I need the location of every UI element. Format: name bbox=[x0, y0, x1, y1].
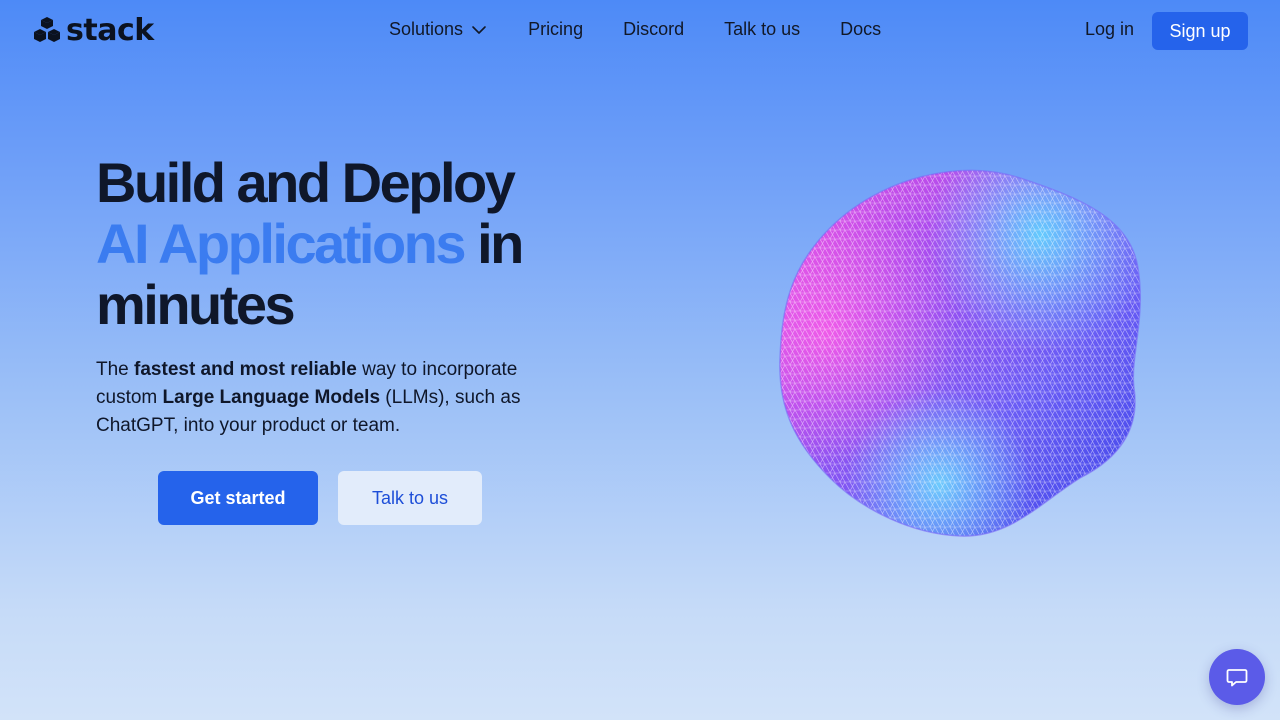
hero-subtitle: The fastest and most reliable way to inc… bbox=[96, 356, 556, 440]
nav-pricing[interactable]: Pricing bbox=[528, 19, 583, 40]
chevron-down-icon bbox=[472, 25, 486, 34]
chat-bubble-icon bbox=[1226, 669, 1248, 687]
hero-sub-text-1: The bbox=[96, 359, 135, 380]
login-link[interactable]: Log in bbox=[1085, 19, 1134, 40]
hero-title-accent: AI Applications bbox=[96, 212, 467, 275]
hero-title: Build and Deploy AI Applications in minu… bbox=[96, 152, 656, 335]
stacked-cubes-icon bbox=[34, 17, 60, 42]
nav-solutions-label: Solutions bbox=[389, 19, 464, 39]
hero-sub-bold-1: fastest and most reliable bbox=[134, 359, 357, 380]
main-menu: Solutions Pricing Discord Talk to us Doc… bbox=[389, 19, 881, 40]
hero-title-line1: Build and Deploy bbox=[96, 151, 516, 214]
hero-title-line3: minutes bbox=[96, 273, 296, 336]
brand-logo[interactable]: stack bbox=[32, 12, 154, 48]
chat-widget-button[interactable] bbox=[1209, 649, 1265, 705]
brand-name: stack bbox=[66, 12, 154, 48]
nav-talk-to-us[interactable]: Talk to us bbox=[724, 19, 800, 40]
get-started-button[interactable]: Get started bbox=[158, 471, 318, 525]
wireframe-blob-illustration bbox=[779, 169, 1141, 537]
nav-solutions[interactable]: Solutions bbox=[389, 19, 487, 40]
talk-to-us-button[interactable]: Talk to us bbox=[338, 471, 482, 525]
nav-discord[interactable]: Discord bbox=[623, 19, 684, 40]
top-nav: stack Solutions Pricing Discord Talk to … bbox=[0, 0, 1280, 62]
signup-button[interactable]: Sign up bbox=[1152, 12, 1248, 50]
hero-title-rest: in bbox=[464, 212, 524, 275]
hero-sub-bold-2: Large Language Models bbox=[162, 387, 381, 408]
nav-docs[interactable]: Docs bbox=[840, 19, 881, 40]
